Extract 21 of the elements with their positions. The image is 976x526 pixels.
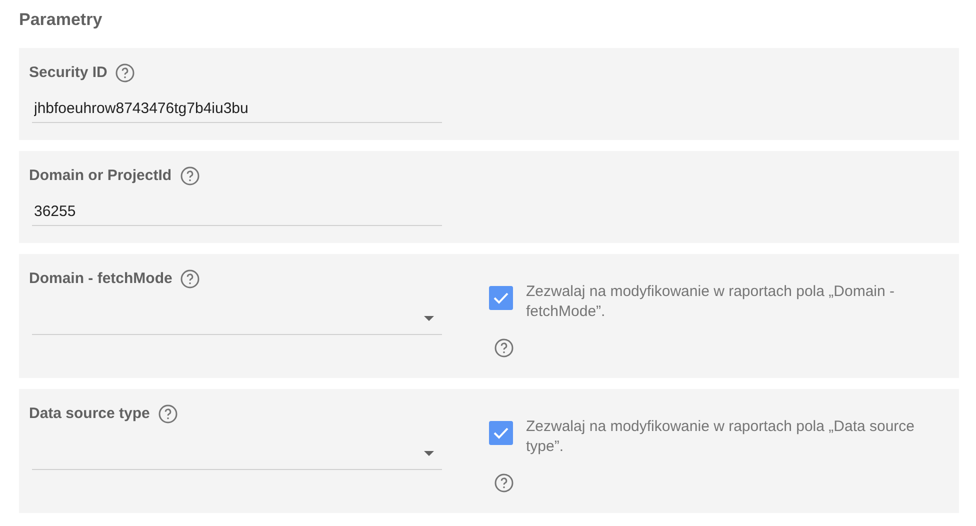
checkbox[interactable]: [489, 421, 513, 445]
help-icon[interactable]: [494, 473, 514, 493]
field-label: Security ID: [29, 63, 108, 83]
help-icon[interactable]: [115, 63, 136, 84]
checkbox[interactable]: [489, 286, 513, 310]
field-label: Data source type: [29, 404, 150, 424]
text-field[interactable]: jhbfoeuhrow8743476tg7b4iu3bu: [32, 94, 442, 122]
field-label: Domain - fetchMode: [29, 269, 172, 289]
field-label: Domain or ProjectId: [29, 166, 172, 186]
checkmark-icon: [493, 427, 509, 439]
dropdown-arrow-icon: [424, 316, 434, 320]
help-icon[interactable]: [158, 404, 178, 424]
help-icon[interactable]: [180, 269, 200, 290]
text-field[interactable]: 36255: [32, 198, 442, 226]
help-icon[interactable]: [180, 166, 200, 186]
section-title: Parametry: [19, 9, 104, 31]
checkbox-label: Zezwalaj na modyfikowanie w raportach pola „Domain - fetchMode”.: [526, 282, 896, 322]
checkmark-icon: [493, 292, 509, 304]
dropdown-arrow-icon: [424, 450, 434, 456]
help-icon[interactable]: [494, 338, 514, 358]
checkbox-label: Zezwalaj na modyfikowanie w raportach pola „Data source type”.: [526, 417, 916, 457]
